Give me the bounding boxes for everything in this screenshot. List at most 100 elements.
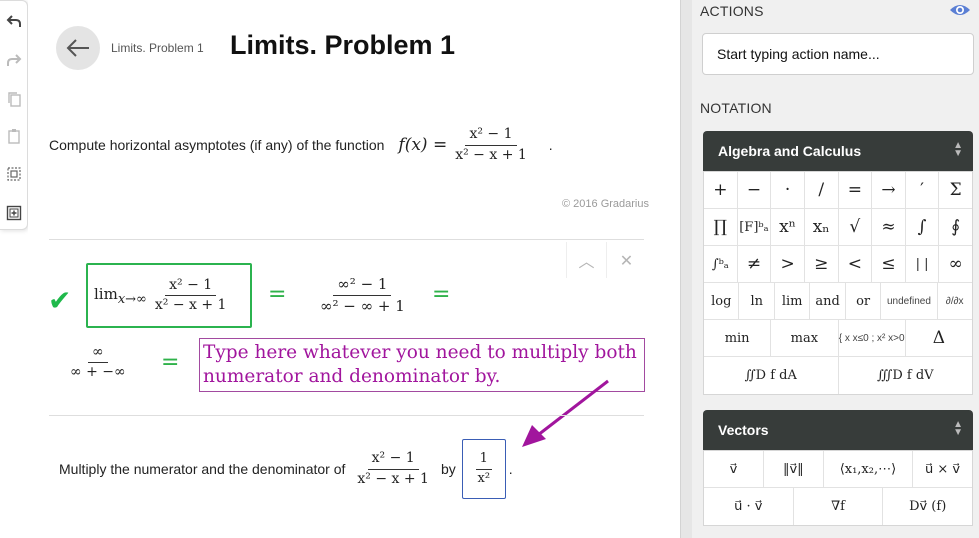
undo-icon[interactable]: [4, 11, 24, 31]
main-content: Limits. Problem 1 Limits. Problem 1 Comp…: [28, 0, 680, 538]
eye-icon[interactable]: [949, 2, 971, 18]
edit-toolbar: [0, 0, 28, 230]
fraction-denominator: x² − x + 1: [455, 146, 527, 163]
palette-abs[interactable]: | |: [906, 246, 940, 282]
palette-equals[interactable]: =: [839, 172, 873, 208]
divider: [49, 415, 644, 416]
paste-icon[interactable]: [4, 126, 24, 146]
palette-row: min max { x x≤0 ; x² x>0 Δ: [704, 320, 972, 357]
palette-dot[interactable]: ·: [771, 172, 805, 208]
vectors-palette: v⃗ ‖v⃗‖ ⟨x₁,x₂,⋯⟩ u⃗ × v⃗ u⃗ · v⃗ ∇f Dv⃗…: [703, 450, 973, 526]
multiply-fraction: x² − 1 x² − x + 1: [353, 450, 433, 487]
multiply-step: Multiply the numerator and the denominat…: [59, 439, 513, 499]
palette-sum[interactable]: Σ: [939, 172, 972, 208]
fraction-denominator: ∞² − ∞ + 1: [320, 296, 405, 315]
palette-greater[interactable]: >: [771, 246, 805, 282]
chevron-up-icon[interactable]: ︿: [566, 242, 606, 278]
palette-double-integral[interactable]: ∬D f dA: [704, 357, 839, 394]
divider: [49, 239, 644, 240]
palette-row: ∏ [F]ᵇₐ xⁿ xₙ √ ≈ ∫ ∮: [704, 209, 972, 246]
back-button[interactable]: [56, 26, 100, 70]
multiply-text: Multiply the numerator and the denominat…: [59, 461, 346, 477]
palette-row: ∫ᵇₐ ≠ > ≥ < ≤ | | ∞: [704, 246, 972, 283]
function-fraction: x² − 1 x² − x + 1: [451, 126, 531, 163]
palette-delta[interactable]: Δ: [906, 320, 972, 356]
problem-statement: Compute horizontal asymptotes (if any) o…: [49, 120, 553, 170]
panel-divider[interactable]: [680, 0, 692, 538]
palette-max[interactable]: max: [771, 320, 839, 356]
equals-sign: =: [161, 350, 180, 375]
palette-integral[interactable]: ∫: [906, 209, 940, 245]
palette-or[interactable]: or: [846, 283, 882, 319]
palette-prime[interactable]: ′: [906, 172, 940, 208]
palette-triple-integral[interactable]: ∭D f dV: [839, 357, 973, 394]
palette-minus[interactable]: −: [738, 172, 772, 208]
palette-ln[interactable]: ln: [739, 283, 775, 319]
section-title: Vectors: [718, 422, 769, 438]
add-icon[interactable]: [4, 203, 24, 223]
select-icon[interactable]: [4, 164, 24, 184]
palette-less[interactable]: <: [839, 246, 873, 282]
palette-product[interactable]: ∏: [704, 209, 738, 245]
palette-cross[interactable]: u⃗ × v⃗: [913, 451, 972, 487]
limit-fraction: x² − 1 x² − x + 1: [151, 277, 231, 314]
palette-gradient[interactable]: ∇f: [794, 488, 884, 525]
action-search-input[interactable]: Start typing action name...: [702, 33, 974, 75]
palette-undefined[interactable]: undefined: [881, 283, 938, 319]
palette-vector[interactable]: v⃗: [704, 451, 764, 487]
palette-contour-integral[interactable]: ∮: [939, 209, 972, 245]
palette-greater-equal[interactable]: ≥: [805, 246, 839, 282]
fraction-numerator: ∞² − 1: [333, 276, 392, 296]
palette-dot-product[interactable]: u⃗ · v⃗: [704, 488, 794, 525]
copyright: © 2016 Gradarius: [562, 198, 649, 210]
breadcrumb[interactable]: Limits. Problem 1: [111, 41, 204, 55]
palette-partial[interactable]: ∂/∂x: [938, 283, 972, 319]
redo-icon[interactable]: [4, 50, 24, 70]
limit-expression[interactable]: limx→∞ x² − 1 x² − x + 1: [86, 263, 252, 328]
palette-lim[interactable]: lim: [775, 283, 811, 319]
equals-sign: =: [268, 282, 287, 307]
multiplier-input[interactable]: 1 x²: [461, 439, 506, 499]
close-icon[interactable]: ✕: [606, 242, 646, 278]
palette-row: v⃗ ‖v⃗‖ ⟨x₁,x₂,⋯⟩ u⃗ × v⃗: [704, 451, 972, 488]
palette-arrow[interactable]: →: [872, 172, 906, 208]
input-numerator: 1: [475, 451, 492, 470]
indeterminate-fraction: ∞ ∞ + −∞: [62, 344, 134, 381]
algebra-palette: + − · / = → ′ Σ ∏ [F]ᵇₐ xⁿ xₙ √ ≈ ∫ ∮ ∫ᵇ…: [703, 171, 973, 395]
palette-and[interactable]: and: [810, 283, 846, 319]
palette-row: + − · / = → ′ Σ: [704, 172, 972, 209]
problem-text: Compute horizontal asymptotes (if any) o…: [49, 137, 385, 153]
palette-log[interactable]: log: [704, 283, 740, 319]
palette-definite-integral[interactable]: ∫ᵇₐ: [704, 246, 738, 282]
palette-eval[interactable]: [F]ᵇₐ: [738, 209, 772, 245]
palette-not-equal[interactable]: ≠: [738, 246, 772, 282]
palette-directional[interactable]: Dv⃗ (f): [883, 488, 972, 525]
palette-plus[interactable]: +: [704, 172, 738, 208]
palette-divide[interactable]: /: [805, 172, 839, 208]
by-label: by: [440, 461, 456, 477]
notation-heading: NOTATION: [700, 100, 772, 116]
algebra-section-header[interactable]: Algebra and Calculus ▲ ▼: [703, 131, 973, 171]
palette-power[interactable]: xⁿ: [771, 209, 805, 245]
palette-subscript[interactable]: xₙ: [805, 209, 839, 245]
palette-piecewise[interactable]: { x x≤0 ; x² x>0: [839, 320, 906, 356]
palette-row: u⃗ · v⃗ ∇f Dv⃗ (f): [704, 488, 972, 525]
lim-label: limx→∞: [94, 284, 147, 307]
arrow-left-icon: [66, 39, 89, 57]
vectors-section-header[interactable]: Vectors ▲ ▼: [703, 410, 973, 450]
copy-icon[interactable]: [4, 89, 24, 109]
palette-components[interactable]: ⟨x₁,x₂,⋯⟩: [824, 451, 914, 487]
palette-approx[interactable]: ≈: [872, 209, 906, 245]
palette-less-equal[interactable]: ≤: [872, 246, 906, 282]
palette-min[interactable]: min: [704, 320, 772, 356]
actions-heading: ACTIONS: [700, 3, 764, 19]
palette-norm[interactable]: ‖v⃗‖: [764, 451, 824, 487]
fraction-numerator: x² − 1: [367, 450, 419, 470]
lim-subscript: x→∞: [117, 291, 147, 307]
palette-infinity[interactable]: ∞: [939, 246, 972, 282]
sort-icon: ▲ ▼: [953, 419, 963, 438]
palette-sqrt[interactable]: √: [839, 209, 873, 245]
sort-icon: ▲ ▼: [953, 140, 963, 159]
fraction-numerator: ∞: [88, 344, 108, 364]
input-denominator: x²: [477, 470, 491, 486]
